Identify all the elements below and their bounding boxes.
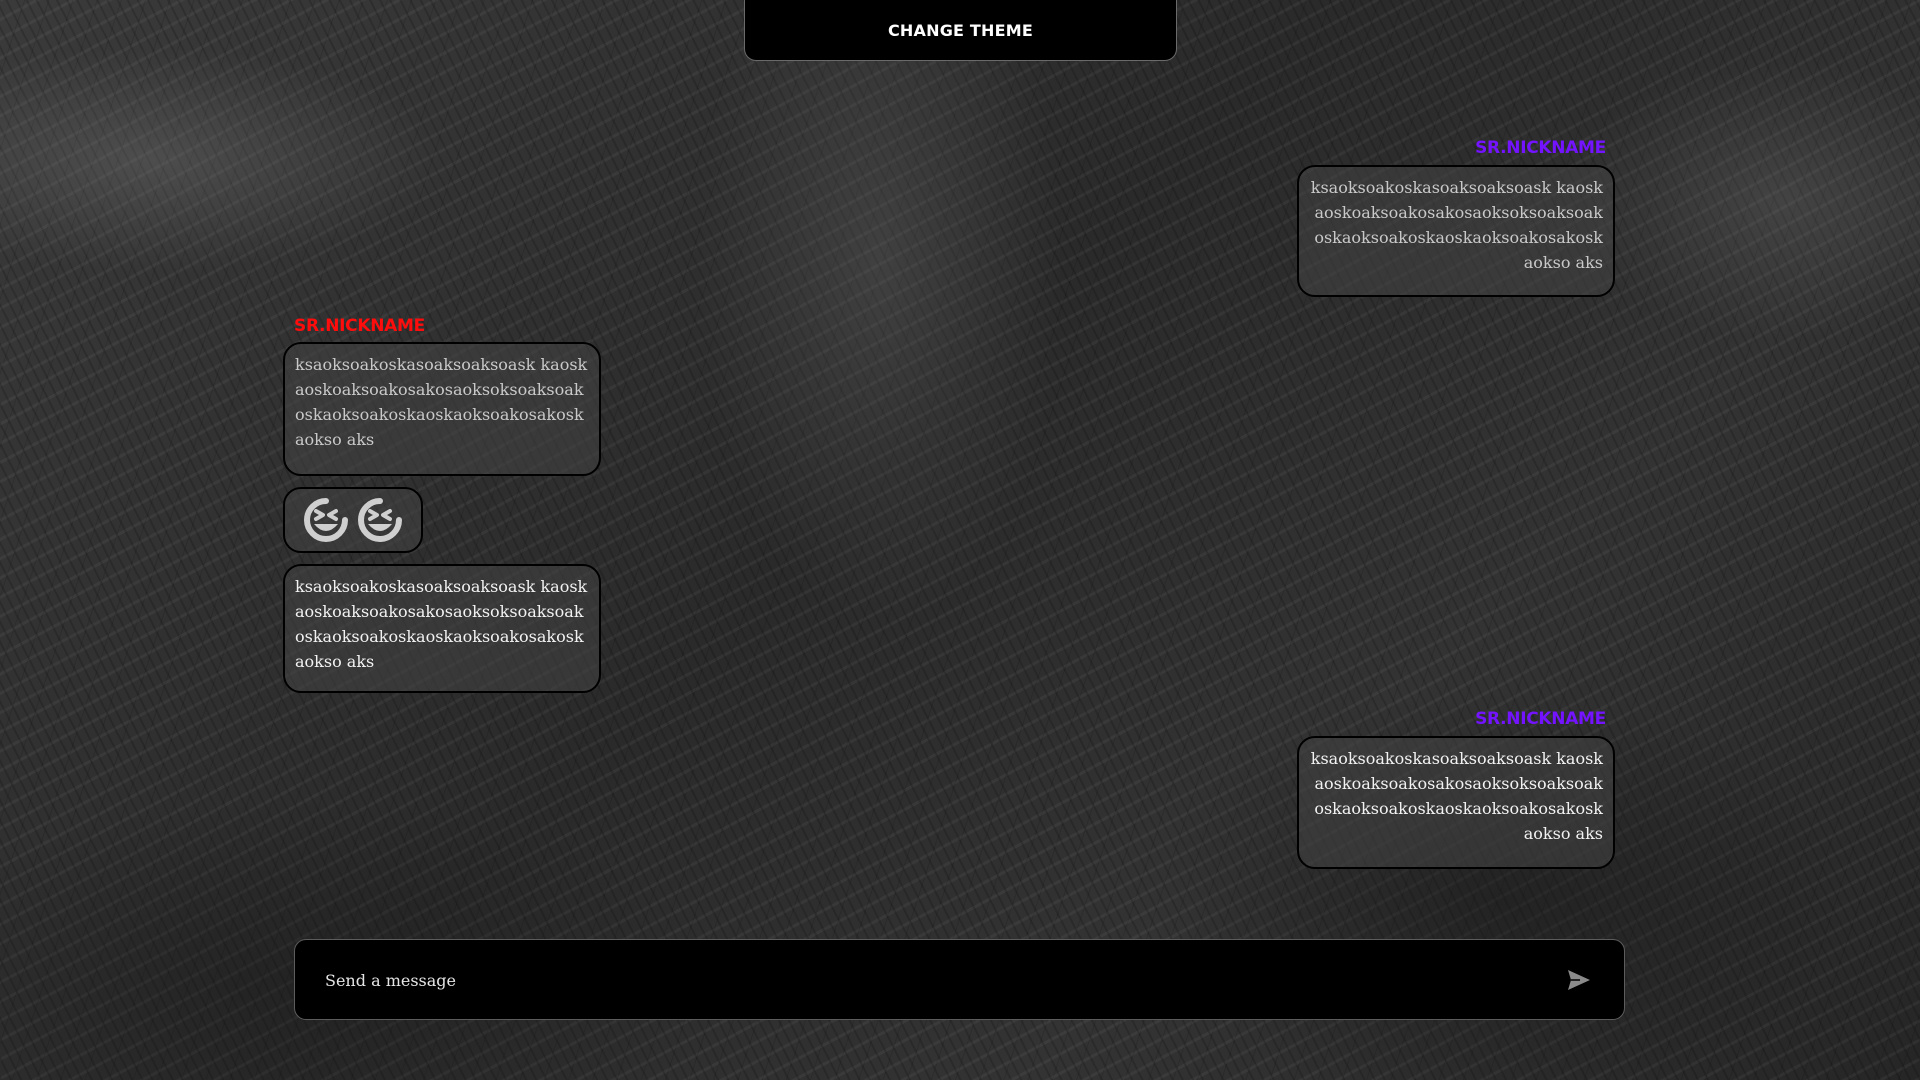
message-input[interactable] [325,960,1525,1000]
nickname-label: SR.NICKNAME [1475,138,1606,158]
nickname-label: SR.NICKNAME [1475,709,1606,729]
nickname-label: SR.NICKNAME [294,316,425,336]
send-icon [1568,970,1590,990]
grinning-squinting-face-icon [304,498,348,542]
message-bubble: ksaoksoakoskasoaksoaksoask kaoskaoskoaks… [1297,165,1615,297]
message-bubble: ksaoksoakoskasoaksoaksoask kaoskaoskoaks… [283,564,601,693]
emoji-message-bubble [283,487,423,553]
send-button[interactable] [1564,965,1594,995]
grinning-squinting-face-icon [358,498,402,542]
message-bubble: ksaoksoakoskasoaksoaksoask kaoskaoskoaks… [283,342,601,476]
change-theme-button[interactable]: CHANGE THEME [744,0,1177,61]
message-composer [294,939,1625,1020]
message-bubble: ksaoksoakoskasoaksoaksoask kaoskaoskoaks… [1297,736,1615,869]
